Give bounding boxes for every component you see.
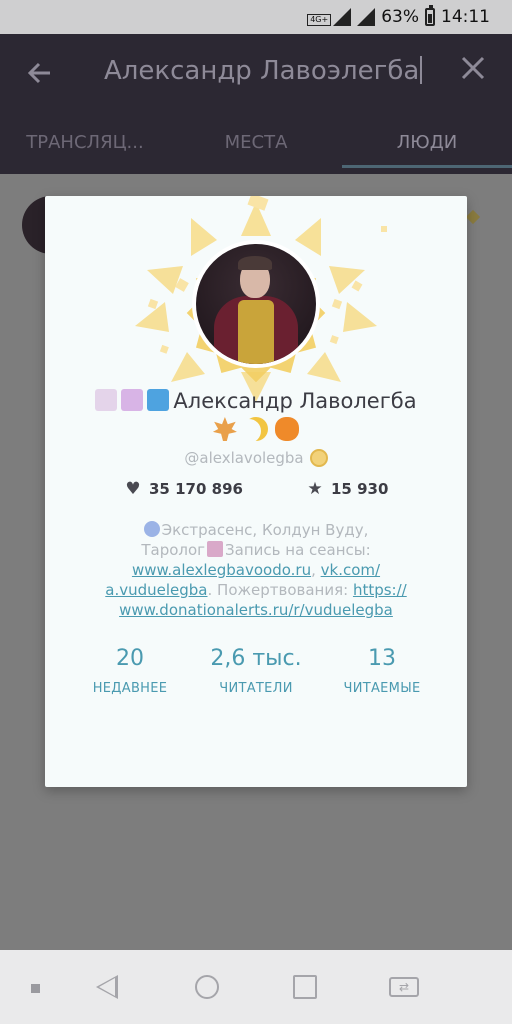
top-arrow-emoji-icon xyxy=(147,389,170,411)
following-count[interactable]: 13 ЧИТАЕМЫЕ xyxy=(317,646,447,696)
stars-stat: ★ 15 930 xyxy=(305,479,388,499)
notification-dot-icon[interactable] xyxy=(31,984,40,993)
tab-bar: ТРАНСЛЯЦ... МЕСТА ЛЮДИ xyxy=(0,126,512,174)
star-icon: ★ xyxy=(307,479,323,499)
tab-people[interactable]: ЛЮДИ xyxy=(342,126,512,174)
text-cursor xyxy=(420,56,423,84)
jester-emoji-icon xyxy=(207,541,224,557)
following-count-label: ЧИТАЕМЫЕ xyxy=(343,681,421,696)
verified-badge-icon xyxy=(309,449,328,467)
bio-line-2a: Таролог xyxy=(141,541,206,559)
following-count-value: 13 xyxy=(368,646,396,671)
recent-count-value: 20 xyxy=(116,646,144,671)
crescent-moon-icon xyxy=(244,417,268,441)
stats-row: ♥ 35 170 896 ★ 15 930 xyxy=(45,479,467,503)
nav-recents-icon[interactable] xyxy=(293,975,317,999)
likes-stat: ♥ 35 170 896 xyxy=(123,479,243,499)
battery-icon xyxy=(425,5,435,26)
recent-count-label: НЕДАВНЕЕ xyxy=(92,681,168,696)
donation-link-part-2[interactable]: www.donationalerts.ru/r/vuduelegba xyxy=(119,601,393,619)
app-bar: Александр Лавоэлегба ТРАНСЛЯЦ... МЕСТА Л… xyxy=(0,34,512,174)
battery-percent: 63% xyxy=(381,7,419,27)
jester-emoji-icon xyxy=(95,389,118,411)
vk-link-part-2[interactable]: a.vuduelegba xyxy=(105,581,207,599)
jack-o-lantern-icon xyxy=(275,417,300,441)
recent-count[interactable]: 20 НЕДАВНЕЕ xyxy=(65,646,195,696)
profile-handle: @alexlavolegba xyxy=(45,449,467,467)
likes-count: 35 170 896 xyxy=(149,480,243,498)
avatar[interactable] xyxy=(192,240,320,368)
nav-switch-app-icon[interactable]: ⇄ xyxy=(389,977,419,997)
close-icon[interactable] xyxy=(460,54,486,89)
bio-separator: , xyxy=(311,561,321,579)
profile-bio: Экстрасенс, Колдун Вуду, Таролог Запись н… xyxy=(75,520,437,620)
nav-back-icon[interactable] xyxy=(96,975,118,999)
heart-icon: ♥ xyxy=(125,479,141,499)
tab-places[interactable]: МЕСТА xyxy=(170,126,342,174)
profile-card: Александр Лаволегба @alexlavolegba ♥ 35 1… xyxy=(45,196,467,787)
network-type-badge: 4G+ xyxy=(307,14,332,26)
arrow-left-icon[interactable] xyxy=(24,58,56,90)
followers-count-value: 2,6 тыс. xyxy=(210,646,302,671)
vk-link-part-1[interactable]: vk.com/ xyxy=(321,561,380,579)
bio-line-2b: Запись на сеансы: xyxy=(225,541,371,559)
followers-count-label: ЧИТАТЕЛИ xyxy=(219,681,293,696)
emoji-row xyxy=(45,417,467,441)
maple-leaf-icon xyxy=(212,417,237,441)
stars-count: 15 930 xyxy=(331,480,389,498)
search-input[interactable]: Александр Лавоэлегба xyxy=(104,56,423,86)
clock: 14:11 xyxy=(441,7,490,27)
signal-2-icon xyxy=(357,8,376,26)
navigation-bar: ⇄ xyxy=(0,950,512,1024)
status-icons: 4G+ 63% 14:11 xyxy=(307,5,490,28)
handle-text: @alexlavolegba xyxy=(184,449,304,467)
bio-line-1: Экстрасенс, Колдун Вуду, xyxy=(161,521,369,539)
tab-broadcasts[interactable]: ТРАНСЛЯЦ... xyxy=(0,126,170,174)
nav-home-icon[interactable] xyxy=(195,975,219,999)
profile-name-text: Александр Лаволегба xyxy=(173,389,417,413)
umbrella-emoji-icon xyxy=(121,389,144,411)
profile-name: Александр Лаволегба xyxy=(45,389,467,413)
donation-link-part-1[interactable]: https:// xyxy=(353,581,407,599)
list-badge xyxy=(465,209,481,225)
donations-label: . Пожертвования: xyxy=(207,581,353,599)
status-bar: 4G+ 63% 14:11 xyxy=(0,0,512,34)
crystal-ball-icon xyxy=(143,521,160,537)
signal-icon: 4G+ xyxy=(307,8,352,26)
website-link[interactable]: www.alexlegbavoodo.ru xyxy=(132,561,311,579)
search-query-text: Александр Лавоэлегба xyxy=(104,56,420,86)
profile-photo xyxy=(196,244,316,364)
followers-count[interactable]: 2,6 тыс. ЧИТАТЕЛИ xyxy=(191,646,321,696)
